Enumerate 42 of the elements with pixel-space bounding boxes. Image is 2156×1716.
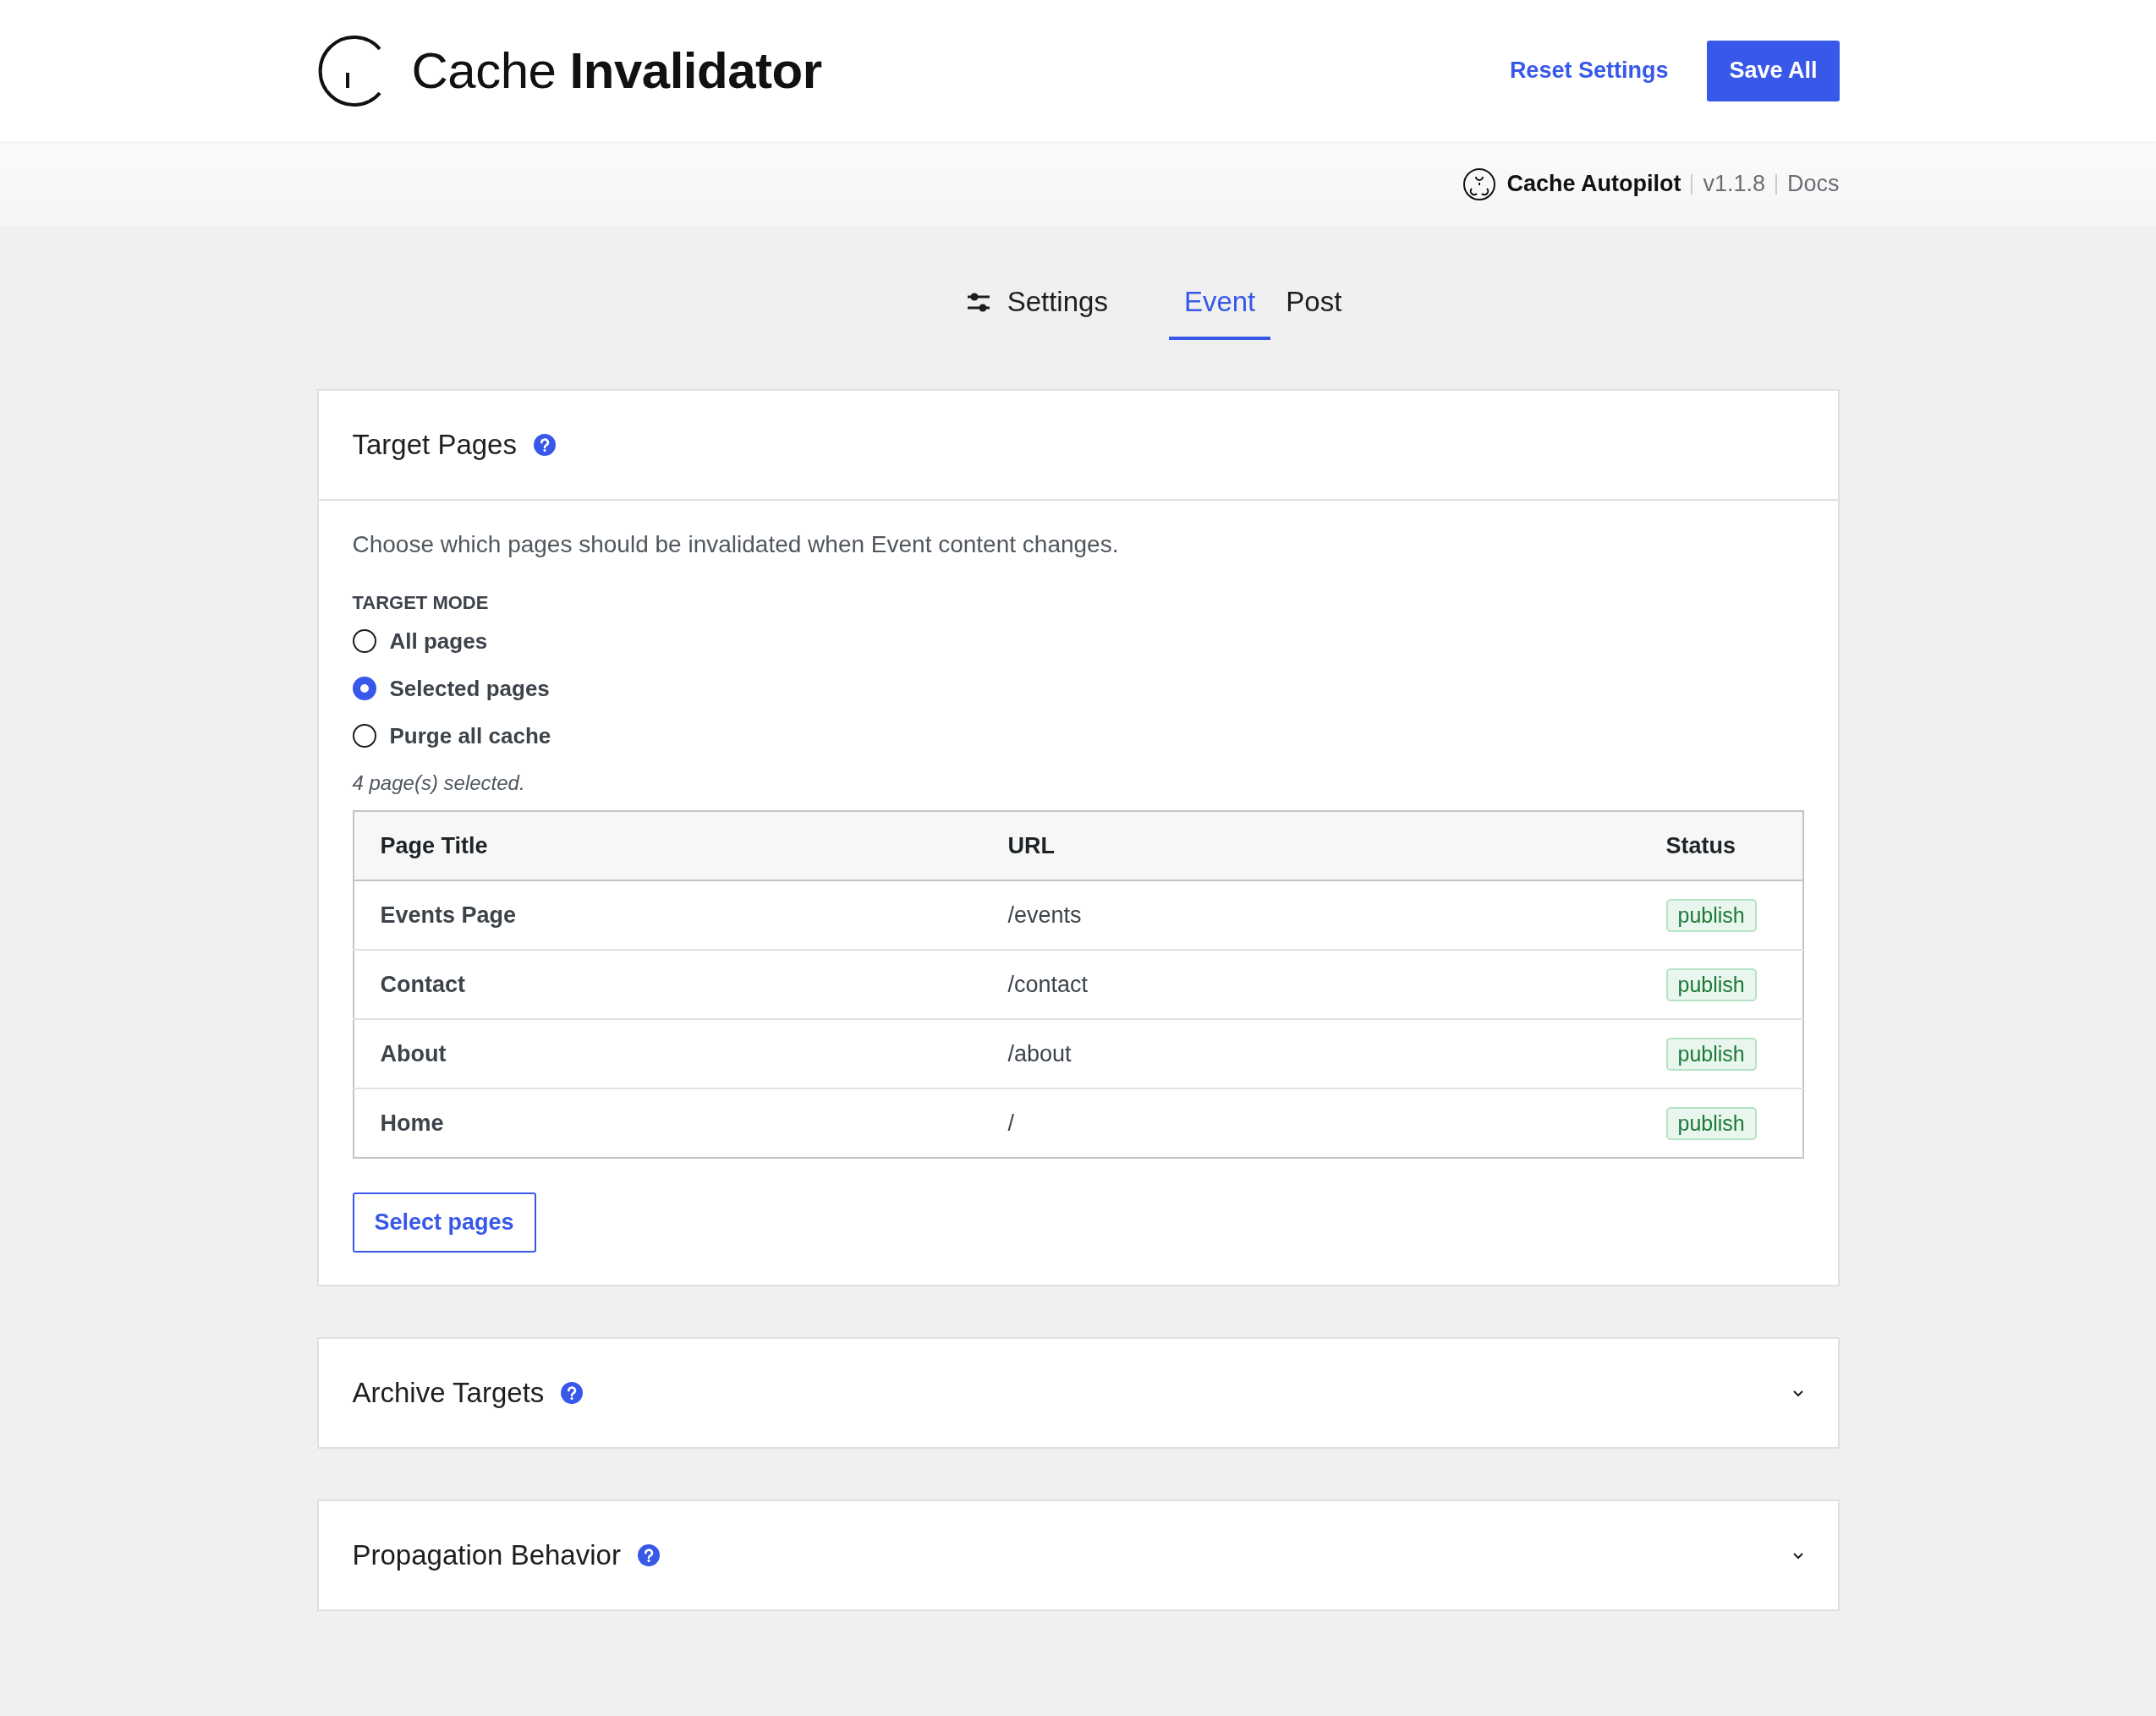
table-cell: /about <box>981 1019 1640 1088</box>
tab[interactable]: Settings <box>951 286 1123 340</box>
table-cell: Contact <box>353 950 982 1019</box>
help-icon <box>637 1544 660 1566</box>
column-header: Status <box>1639 811 1803 880</box>
radio-button[interactable] <box>352 677 376 700</box>
docs-link[interactable]: Docs <box>1787 171 1840 197</box>
status-badge: publish <box>1665 1106 1757 1140</box>
radio-option[interactable]: Selected pages <box>352 665 550 712</box>
panel-title[interactable]: Propagation Behavior <box>352 1539 621 1571</box>
radio-option[interactable]: All pages <box>352 617 488 665</box>
sliders-icon <box>966 291 990 313</box>
brand-name: Cache Autopilot <box>1506 171 1681 197</box>
table-cell: / <box>981 1088 1640 1158</box>
status-badge: publish <box>1665 968 1757 1001</box>
table-cell: About <box>353 1019 982 1088</box>
status-badge: publish <box>1665 1037 1757 1071</box>
table-cell: Home <box>353 1088 982 1158</box>
radio-option[interactable]: Purge all cache <box>352 712 551 759</box>
column-header: URL <box>981 811 1640 880</box>
reset-settings-link[interactable]: Reset Settings <box>1509 58 1669 84</box>
table-cell: /events <box>981 880 1640 950</box>
version-label: v1.1.8 <box>1703 171 1765 197</box>
panel-description: Choose which pages should be invalidated when Event content changes. <box>352 531 1120 558</box>
radio-button[interactable] <box>352 724 376 748</box>
panel-title[interactable]: Archive Targets <box>352 1377 545 1409</box>
save-all-button[interactable]: Save All <box>1707 40 1840 101</box>
panel-title[interactable]: Target Pages <box>352 429 517 461</box>
radio-button[interactable] <box>352 629 376 653</box>
table-cell: Events Page <box>353 880 982 950</box>
help-icon <box>561 1382 584 1404</box>
selection-count: 4 page(s) selected. <box>352 771 526 795</box>
select-pages-button[interactable]: Select pages <box>352 1192 536 1253</box>
field-label: TARGET MODE <box>352 592 490 614</box>
help-icon <box>533 434 556 456</box>
tab[interactable]: Event <box>1168 286 1271 340</box>
tab[interactable]: Post <box>1270 286 1358 340</box>
status-badge: publish <box>1665 898 1757 932</box>
column-header: Page Title <box>353 811 982 880</box>
table-cell: /contact <box>981 950 1640 1019</box>
autopilot-logo-icon <box>1462 167 1497 201</box>
app-title: Cache Invalidator <box>411 41 822 100</box>
